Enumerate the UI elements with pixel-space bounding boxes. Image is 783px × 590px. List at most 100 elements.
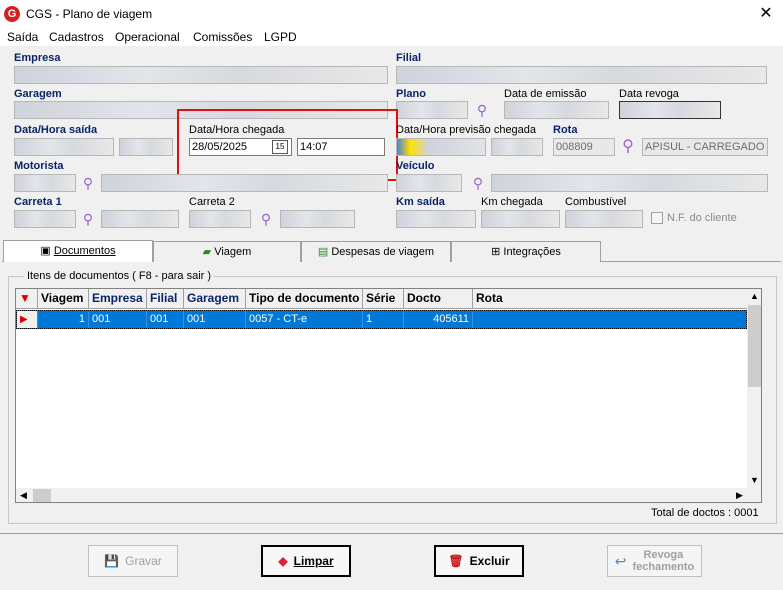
excluir-button[interactable]: 🗑 Excluir — [434, 545, 524, 577]
hora-previsao-field[interactable] — [491, 138, 543, 156]
km-chegada-label: Km chegada — [481, 196, 543, 208]
combustivel-field[interactable] — [565, 210, 643, 228]
data-emissao-label: Data de emissão — [504, 88, 587, 100]
km-saida-field[interactable] — [396, 210, 476, 228]
close-icon[interactable]: ✕ — [754, 3, 778, 25]
km-chegada-field[interactable] — [481, 210, 560, 228]
empresa-label: Empresa — [14, 52, 61, 64]
cell-rota — [473, 311, 746, 328]
calendar-icon[interactable]: 15 — [272, 140, 288, 154]
carreta1-code-field[interactable] — [14, 210, 76, 228]
search-plano-icon[interactable]: ⚲ — [474, 102, 490, 118]
col-garagem[interactable]: Garagem — [184, 289, 246, 309]
save-icon: 💾 — [104, 554, 120, 568]
grid-header: ▼ Viagem Empresa Filial Garagem Tipo de … — [16, 289, 747, 309]
data-revoga-label: Data revoga — [619, 88, 679, 100]
search-motorista-icon[interactable]: ⚲ — [80, 175, 96, 191]
carreta1-desc-field[interactable] — [101, 210, 179, 228]
menu-operacional[interactable]: Operacional — [115, 30, 180, 44]
col-serie[interactable]: Série — [363, 289, 404, 309]
sort-indicator-icon[interactable]: ▼ — [16, 289, 38, 309]
carreta2-desc-field[interactable] — [280, 210, 355, 228]
gravar-button[interactable]: 💾 Gravar — [88, 545, 178, 577]
combustivel-label: Combustível — [565, 196, 627, 208]
documents-icon: ▣ — [40, 245, 51, 257]
col-rota[interactable]: Rota — [473, 289, 747, 309]
documents-grid[interactable]: ▼ Viagem Empresa Filial Garagem Tipo de … — [15, 288, 762, 503]
rota-desc-field[interactable]: APISUL - CARREGADO - — [642, 138, 768, 156]
carreta2-code-field[interactable] — [189, 210, 251, 228]
cell-filial: 001 — [147, 311, 184, 328]
data-revoga-field[interactable] — [619, 101, 721, 119]
plano-field[interactable] — [396, 101, 468, 119]
veiculo-code-field[interactable] — [396, 174, 462, 192]
scroll-left-icon[interactable]: ◀ — [16, 488, 31, 502]
horizontal-scrollbar[interactable]: ◀ ▶ — [16, 488, 747, 502]
hora-chegada-value: 14:07 — [300, 141, 328, 153]
col-docto[interactable]: Docto — [404, 289, 473, 309]
menu-cadastros[interactable]: Cadastros — [49, 30, 104, 44]
cell-empresa: 001 — [89, 311, 147, 328]
menu-bar: Saída Cadastros Operacional Comissões LG… — [0, 28, 783, 46]
motorista-name-field[interactable] — [101, 174, 388, 192]
documents-group-title: Itens de documentos ( F8 - para sair ) — [24, 270, 215, 282]
scroll-corner — [747, 488, 761, 502]
nf-cliente-checkbox[interactable] — [651, 212, 663, 224]
scroll-right-icon[interactable]: ▶ — [732, 488, 747, 502]
search-veiculo-icon[interactable]: ⚲ — [470, 175, 486, 191]
tab-integracoes[interactable]: ⊞ Integrações — [451, 241, 601, 262]
search-rota-icon[interactable]: ⚲ — [620, 139, 636, 155]
scroll-up-icon[interactable]: ▲ — [747, 289, 761, 304]
data-chegada-value: 28/05/2025 — [192, 141, 248, 153]
tab-despesas[interactable]: ▤ Despesas de viagem — [301, 241, 451, 262]
filial-field[interactable] — [396, 66, 767, 84]
menu-lgpd[interactable]: LGPD — [264, 30, 297, 44]
table-row[interactable]: ▶ 1 001 001 001 0057 - CT-e 1 405611 — [16, 310, 747, 329]
tab-documentos[interactable]: ▣ Documentos — [3, 240, 153, 262]
data-emissao-field[interactable] — [504, 101, 609, 119]
rota-label: Rota — [553, 124, 578, 136]
previsao-chegada-label: Data/Hora previsão chegada — [396, 124, 537, 136]
money-icon: ▤ — [317, 246, 329, 258]
limpar-button[interactable]: ◆ Limpar — [261, 545, 351, 577]
total-doctos: Total de doctos : 0001 — [651, 507, 759, 519]
hora-saida-field[interactable] — [119, 138, 173, 156]
col-tipo-documento[interactable]: Tipo de documento — [246, 289, 363, 309]
menu-saida[interactable]: Saída — [7, 30, 38, 44]
rota-code-value: 008809 — [556, 141, 593, 153]
col-empresa[interactable]: Empresa — [89, 289, 147, 309]
revoga-line2: fechamento — [632, 561, 695, 573]
row-pointer-icon: ▶ — [17, 311, 38, 328]
search-carreta2-icon[interactable]: ⚲ — [258, 211, 274, 227]
filial-label: Filial — [396, 52, 422, 64]
rota-code-field[interactable]: 008809 — [553, 138, 615, 156]
scroll-down-icon[interactable]: ▼ — [747, 473, 761, 488]
trash-icon: 🗑 — [448, 554, 464, 568]
plano-label: Plano — [396, 88, 426, 100]
data-previsao-field[interactable] — [396, 138, 486, 156]
menu-comissoes[interactable]: Comissões — [193, 30, 252, 44]
data-saida-field[interactable] — [14, 138, 114, 156]
cell-tipo: 0057 - CT-e — [246, 311, 363, 328]
veiculo-desc-field[interactable] — [491, 174, 768, 192]
motorista-code-field[interactable] — [14, 174, 76, 192]
data-hora-chegada-label: Data/Hora chegada — [189, 124, 285, 136]
app-logo-icon: G — [4, 6, 20, 22]
veiculo-label: Veículo — [396, 160, 435, 172]
vertical-scrollbar[interactable]: ▲ ▼ — [747, 289, 761, 488]
empresa-field[interactable] — [14, 66, 388, 84]
truck-icon: ▰ — [202, 246, 212, 258]
data-hora-saida-label: Data/Hora saída — [14, 124, 98, 136]
vertical-scroll-thumb[interactable] — [748, 305, 761, 387]
revoga-fechamento-button[interactable]: ↩ Revoga fechamento — [607, 545, 702, 577]
rota-desc-value: APISUL - CARREGADO - — [645, 141, 768, 153]
tab-viagem[interactable]: ▰ Viagem — [153, 241, 301, 262]
col-filial[interactable]: Filial — [147, 289, 184, 309]
cell-docto: 405611 — [404, 311, 473, 328]
col-viagem[interactable]: Viagem — [38, 289, 89, 309]
hora-chegada-input[interactable]: 14:07 — [297, 138, 385, 156]
undo-icon: ↩ — [614, 553, 627, 569]
search-carreta1-icon[interactable]: ⚲ — [80, 211, 96, 227]
horizontal-scroll-thumb[interactable] — [33, 489, 51, 502]
revoga-line1: Revoga — [643, 549, 684, 561]
